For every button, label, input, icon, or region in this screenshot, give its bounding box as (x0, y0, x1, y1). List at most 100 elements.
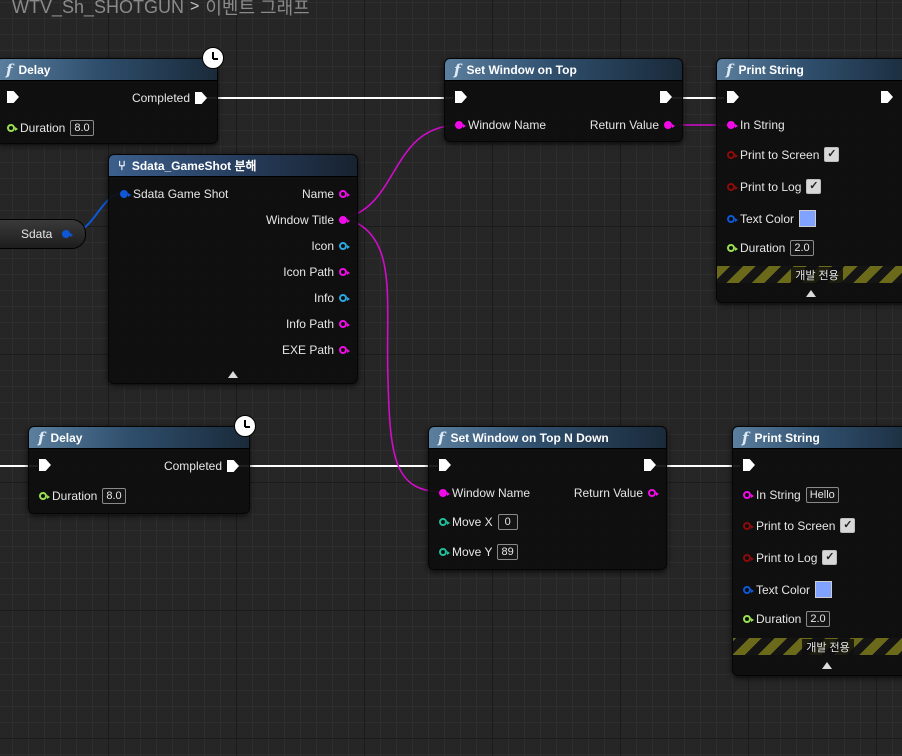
node-header[interactable]: f Set Window on Top (445, 59, 682, 81)
exec-in-pin[interactable] (439, 459, 451, 471)
in-string-pin[interactable]: In String (727, 118, 790, 132)
node-title: Set Window on Top (466, 62, 577, 77)
in-string-pin[interactable]: In String Hello (743, 487, 839, 503)
string-pin-icon (455, 121, 466, 129)
sdata-variable-node[interactable]: Sdata (0, 219, 86, 249)
delay-node-1[interactable]: f Delay Completed Duration 8.0 (0, 58, 218, 144)
window-name-pin[interactable]: Window Name (455, 118, 551, 132)
collapse-arrow-icon[interactable] (822, 662, 832, 669)
pin-label: Window Name (468, 118, 547, 132)
function-icon: f (742, 428, 749, 447)
completed-pin[interactable]: Completed (127, 91, 207, 105)
node-header[interactable]: f Print String (733, 427, 902, 449)
exec-in-pin[interactable] (455, 91, 467, 103)
exec-arrow-icon (727, 91, 739, 103)
node-header[interactable]: ⑂ Sdata_GameShot 분해 (109, 155, 357, 177)
print-to-screen-checkbox[interactable]: ✓ (824, 147, 840, 162)
move-x-pin[interactable]: Move X 0 (439, 514, 518, 530)
window-name-pin[interactable]: Window Name (439, 486, 535, 500)
breadcrumb-blueprint[interactable]: WTV_Sh_SHOTGUN (12, 0, 184, 18)
set-window-on-top-n-down-node[interactable]: f Set Window on Top N Down Window Name Re… (428, 426, 667, 570)
pin-label: Duration (20, 121, 66, 135)
print-to-log-checkbox[interactable]: ✓ (822, 550, 838, 565)
info-path-output-pin[interactable]: Info Path (281, 317, 350, 331)
node-header[interactable]: f Delay (29, 427, 249, 449)
text-color-swatch[interactable] (815, 581, 833, 598)
string-pin-icon (648, 489, 659, 497)
bool-pin-icon (743, 521, 754, 530)
exec-out-pin[interactable] (881, 91, 893, 103)
in-string-value-field[interactable]: Hello (805, 487, 839, 503)
exec-arrow-icon (195, 92, 207, 104)
exec-in-pin[interactable] (7, 91, 19, 103)
print-to-screen-pin[interactable]: Print to Screen ✓ (743, 518, 856, 533)
collapse-arrow-icon[interactable] (228, 371, 238, 378)
exec-out-pin[interactable] (644, 459, 656, 471)
node-header[interactable]: f Delay (0, 59, 217, 81)
break-struct-icon: ⑂ (118, 158, 126, 173)
duration-value-field[interactable]: 8.0 (102, 488, 126, 504)
exec-in-pin[interactable] (743, 459, 755, 471)
float-pin-icon (7, 124, 18, 132)
pin-label: Info Path (285, 317, 334, 331)
node-header[interactable]: f Print String (717, 59, 902, 81)
pin-label: In String (740, 118, 785, 132)
exec-arrow-icon (455, 91, 467, 103)
sdata-game-shot-pin[interactable]: Sdata Game Shot (120, 187, 233, 201)
print-string-node-2[interactable]: f Print String In String Hello Print to Sc… (732, 426, 902, 676)
float-pin-icon (743, 615, 754, 623)
print-to-log-pin[interactable]: Print to Log ✓ (743, 550, 838, 565)
print-to-screen-pin[interactable]: Print to Screen ✓ (727, 147, 840, 162)
text-color-swatch[interactable] (799, 210, 817, 227)
int-pin-icon (439, 518, 450, 526)
delay-node-2[interactable]: f Delay Completed Duration 8.0 (28, 426, 250, 514)
exec-in-pin[interactable] (39, 459, 51, 471)
exec-out-pin[interactable] (660, 91, 672, 103)
breadcrumb-graph[interactable]: 이벤트 그래프 (205, 0, 309, 20)
struct-pin-icon[interactable] (62, 230, 74, 238)
duration-pin[interactable]: Duration 8.0 (7, 120, 94, 136)
print-to-screen-checkbox[interactable]: ✓ (840, 518, 856, 533)
print-string-node-1[interactable]: f Print String In String Print to Screen ✓… (716, 58, 902, 303)
info-output-pin[interactable]: Info (309, 291, 350, 305)
move-y-value-field[interactable]: 89 (497, 544, 518, 560)
set-window-on-top-node[interactable]: f Set Window on Top Window Name Return Va… (444, 58, 683, 142)
node-header[interactable]: f Set Window on Top N Down (429, 427, 666, 449)
string-pin-icon (743, 491, 754, 499)
duration-value-field[interactable]: 2.0 (790, 240, 814, 256)
window-title-output-pin[interactable]: Window Title (261, 213, 350, 227)
pin-label: Sdata Game Shot (133, 187, 229, 201)
exec-arrow-icon (881, 91, 893, 103)
icon-path-output-pin[interactable]: Icon Path (278, 265, 350, 279)
return-value-pin[interactable]: Return Value (585, 118, 675, 132)
pin-label: Icon (311, 239, 334, 253)
return-value-pin[interactable]: Return Value (569, 486, 659, 500)
duration-pin[interactable]: Duration 2.0 (727, 240, 814, 256)
completed-pin[interactable]: Completed (159, 459, 239, 473)
exe-path-output-pin[interactable]: EXE Path (277, 343, 350, 357)
break-struct-node[interactable]: ⑂ Sdata_GameShot 분해 Sdata Game Shot Name … (108, 154, 358, 384)
pin-label: Completed (163, 459, 222, 473)
duration-value-field[interactable]: 8.0 (70, 120, 94, 136)
text-color-pin[interactable]: Text Color (743, 581, 833, 598)
text-color-pin[interactable]: Text Color (727, 210, 817, 227)
duration-pin[interactable]: Duration 8.0 (39, 488, 126, 504)
duration-pin[interactable]: Duration 2.0 (743, 611, 830, 627)
icon-output-pin[interactable]: Icon (306, 239, 350, 253)
move-y-pin[interactable]: Move Y 89 (439, 544, 518, 560)
duration-value-field[interactable]: 2.0 (806, 611, 830, 627)
exec-in-pin[interactable] (727, 91, 739, 103)
function-icon: f (454, 60, 461, 79)
node-title: Sdata_GameShot 분해 (131, 159, 257, 173)
pin-label: Name (301, 187, 334, 201)
pin-label: Print to Screen (756, 518, 836, 533)
object-pin-icon (339, 294, 350, 302)
exec-arrow-icon (227, 460, 239, 472)
pin-label: Completed (131, 91, 190, 105)
collapse-arrow-icon[interactable] (806, 290, 816, 297)
print-to-log-checkbox[interactable]: ✓ (806, 179, 822, 194)
move-x-value-field[interactable]: 0 (497, 514, 518, 530)
exec-arrow-icon (660, 91, 672, 103)
print-to-log-pin[interactable]: Print to Log ✓ (727, 179, 822, 194)
name-output-pin[interactable]: Name (297, 187, 350, 201)
